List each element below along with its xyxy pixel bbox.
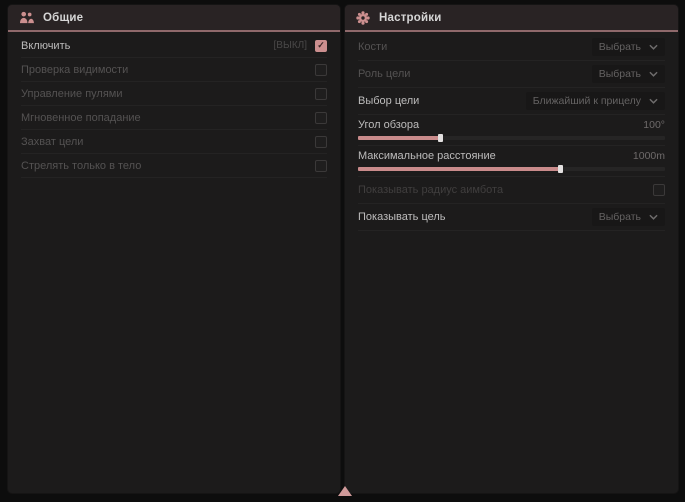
row-fov: Угол обзора 100° xyxy=(358,115,665,146)
instant-hit-label: Мгновенное попадание xyxy=(21,112,141,124)
row-visibility-check[interactable]: Проверка видимости xyxy=(21,58,327,82)
chevron-down-icon xyxy=(649,98,658,104)
row-max-distance: Максимальное расстояние 1000m xyxy=(358,146,665,177)
max-distance-slider[interactable] xyxy=(358,167,665,171)
row-bones: Кости Выбрать xyxy=(358,34,665,61)
users-icon xyxy=(19,11,34,24)
row-show-aimbot-radius[interactable]: Показывать радиус аимбота xyxy=(358,177,665,204)
chevron-down-icon xyxy=(649,44,658,50)
row-show-target: Показывать цель Выбрать xyxy=(358,204,665,231)
row-target-lock[interactable]: Захват цели xyxy=(21,130,327,154)
chevron-down-icon xyxy=(649,214,658,220)
target-role-dropdown-value: Выбрать xyxy=(599,68,641,80)
target-role-dropdown[interactable]: Выбрать xyxy=(592,65,665,83)
show-target-dropdown[interactable]: Выбрать xyxy=(592,208,665,226)
fov-slider-thumb[interactable] xyxy=(438,134,443,142)
target-selection-dropdown[interactable]: Ближайший к прицелу xyxy=(526,92,665,110)
bones-label: Кости xyxy=(358,41,387,53)
visibility-check-label: Проверка видимости xyxy=(21,64,128,76)
row-body-only[interactable]: Стрелять только в тело xyxy=(21,154,327,178)
show-aimbot-radius-label: Показывать радиус аимбота xyxy=(358,184,503,196)
fov-slider[interactable] xyxy=(358,136,665,140)
max-distance-slider-thumb[interactable] xyxy=(558,165,563,173)
row-bullet-control[interactable]: Управление пулями xyxy=(21,82,327,106)
settings-panel-title: Настройки xyxy=(379,12,441,24)
show-aimbot-radius-checkbox[interactable] xyxy=(653,184,665,196)
row-enable[interactable]: Включить [ВЫКЛ] xyxy=(21,34,327,58)
chevron-down-icon xyxy=(649,71,658,77)
visibility-check-checkbox[interactable] xyxy=(315,64,327,76)
body-only-label: Стрелять только в тело xyxy=(21,160,141,172)
settings-panel: Настройки Кости Выбрать Роль цели Выбрат… xyxy=(345,5,678,493)
cursor-triangle-icon xyxy=(338,486,352,496)
body-only-checkbox[interactable] xyxy=(315,160,327,172)
general-panel-title: Общие xyxy=(43,12,83,24)
row-instant-hit[interactable]: Мгновенное попадание xyxy=(21,106,327,130)
fov-label: Угол обзора xyxy=(358,119,419,131)
bones-dropdown[interactable]: Выбрать xyxy=(592,38,665,56)
general-panel: Общие Включить [ВЫКЛ] Проверка видимости… xyxy=(8,5,340,493)
target-selection-label: Выбор цели xyxy=(358,95,419,107)
max-distance-label: Максимальное расстояние xyxy=(358,150,496,162)
fov-value: 100° xyxy=(643,119,665,131)
enable-checkbox[interactable] xyxy=(315,40,327,52)
settings-panel-header: Настройки xyxy=(345,5,678,32)
target-lock-checkbox[interactable] xyxy=(315,136,327,148)
general-panel-header: Общие xyxy=(8,5,340,32)
bullet-control-label: Управление пулями xyxy=(21,88,123,100)
fov-slider-fill xyxy=(358,136,441,140)
target-lock-label: Захват цели xyxy=(21,136,83,148)
row-target-selection: Выбор цели Ближайший к прицелу xyxy=(358,88,665,115)
row-target-role: Роль цели Выбрать xyxy=(358,61,665,88)
bullet-control-checkbox[interactable] xyxy=(315,88,327,100)
enable-label: Включить xyxy=(21,40,70,52)
target-role-label: Роль цели xyxy=(358,68,410,80)
gear-icon xyxy=(356,11,370,25)
max-distance-slider-fill xyxy=(358,167,561,171)
instant-hit-checkbox[interactable] xyxy=(315,112,327,124)
target-selection-dropdown-value: Ближайший к прицелу xyxy=(533,95,641,107)
show-target-dropdown-value: Выбрать xyxy=(599,211,641,223)
settings-rows: Кости Выбрать Роль цели Выбрать Выбор це… xyxy=(345,32,678,231)
enable-hotkey: [ВЫКЛ] xyxy=(274,40,307,51)
max-distance-value: 1000m xyxy=(633,150,665,162)
bones-dropdown-value: Выбрать xyxy=(599,41,641,53)
show-target-label: Показывать цель xyxy=(358,211,446,223)
general-rows: Включить [ВЫКЛ] Проверка видимости Управ… xyxy=(8,32,340,178)
